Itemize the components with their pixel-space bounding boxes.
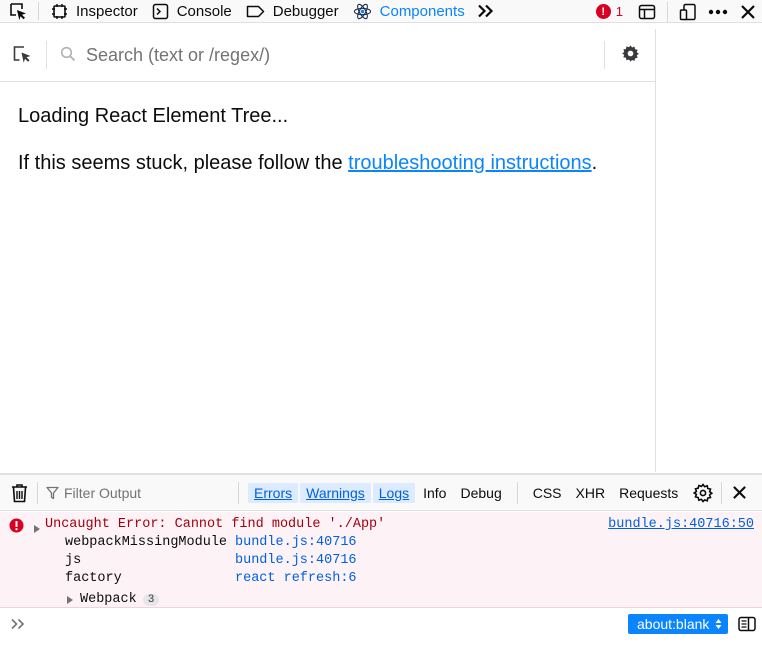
- toolbar-separator: [667, 1, 668, 22]
- stack-frame-group[interactable]: Webpack 3: [66, 592, 160, 607]
- updown-arrows-icon: [715, 618, 722, 630]
- evaluation-context-select[interactable]: about:blank: [628, 614, 729, 634]
- components-panel: Loading React Element Tree... If this se…: [0, 29, 762, 472]
- filter-errors-button[interactable]: Errors: [248, 482, 299, 503]
- troubleshooting-message: If this seems stuck, please follow the t…: [18, 152, 597, 175]
- context-label: about:blank: [637, 616, 710, 632]
- toolbox-tabbar: Inspector Console Debugger Components ! …: [0, 0, 762, 23]
- group-label: Webpack: [80, 592, 137, 607]
- console-settings-gear-icon[interactable]: [689, 481, 717, 505]
- filter-output-box[interactable]: Filter Output: [46, 485, 230, 501]
- tab-inspector[interactable]: Inspector: [45, 0, 146, 23]
- toolbar-separator: [38, 2, 39, 20]
- clear-console-trash-icon[interactable]: [9, 482, 29, 504]
- error-icon: [9, 518, 24, 538]
- tab-console[interactable]: Console: [146, 0, 240, 23]
- filter-logs-button[interactable]: Logs: [372, 482, 416, 503]
- troubleshooting-link[interactable]: troubleshooting instructions: [348, 152, 591, 174]
- frame-function: js: [65, 553, 82, 568]
- group-count-badge: 3: [142, 593, 160, 606]
- filter-requests-button[interactable]: Requests: [612, 483, 685, 503]
- close-devtools-icon[interactable]: [734, 0, 762, 23]
- search-icon: [60, 46, 76, 67]
- overflow-chevrons-icon[interactable]: [473, 0, 499, 23]
- frame-function: factory: [65, 571, 122, 586]
- select-element-icon[interactable]: [12, 45, 34, 70]
- filter-info-button[interactable]: Info: [417, 483, 452, 503]
- filter-warnings-button[interactable]: Warnings: [300, 482, 371, 503]
- split-console: Filter Output Errors Warnings Logs Info …: [0, 473, 762, 657]
- element-picker-icon[interactable]: [4, 0, 32, 23]
- search-separator: [604, 41, 605, 69]
- inspector-icon: [51, 3, 68, 20]
- split-console-icon[interactable]: [633, 0, 661, 23]
- components-tree-pane: Loading React Element Tree... If this se…: [0, 29, 656, 472]
- tab-label: Inspector: [76, 2, 138, 20]
- close-split-console-icon[interactable]: [726, 481, 752, 505]
- filter-funnel-icon: [46, 486, 59, 500]
- filter-placeholder: Filter Output: [64, 484, 142, 501]
- troubleshooting-prefix: If this seems stuck, please follow the: [18, 152, 349, 174]
- toolbar-separator: [37, 481, 38, 504]
- error-count-badge[interactable]: ! 1: [595, 4, 623, 19]
- error-source-link[interactable]: bundle.js:40716:50: [608, 517, 754, 532]
- sidebar-toggle-icon[interactable]: [738, 616, 756, 637]
- search-separator: [46, 41, 47, 69]
- components-search-row: [0, 29, 656, 82]
- toolbar-separator: [238, 481, 239, 504]
- toolbox-right-controls: ! 1: [595, 0, 762, 23]
- toolbar-separator: [721, 481, 723, 504]
- console-error-message: Uncaught Error: Cannot find module './Ap…: [0, 512, 762, 608]
- troubleshooting-suffix: .: [591, 152, 598, 174]
- tab-debugger[interactable]: Debugger: [240, 0, 347, 23]
- console-icon: [152, 3, 169, 20]
- expand-arrow-icon: [66, 595, 74, 605]
- prompt-chevrons-icon: [10, 617, 26, 635]
- console-toolbar: Filter Output Errors Warnings Logs Info …: [0, 475, 762, 511]
- responsive-design-icon[interactable]: [674, 0, 702, 23]
- components-search-input[interactable]: [86, 42, 586, 68]
- error-icon: !: [595, 4, 611, 19]
- tab-label: Debugger: [272, 2, 339, 20]
- loading-message: Loading React Element Tree...: [18, 105, 289, 127]
- toolbar-separator: [516, 481, 518, 504]
- tab-label: Components: [379, 2, 465, 20]
- react-icon: [353, 2, 372, 21]
- tab-label: Console: [176, 2, 232, 20]
- filter-css-button[interactable]: CSS: [526, 483, 569, 503]
- frame-location-link[interactable]: bundle.js:40716: [235, 535, 357, 550]
- settings-gear-icon[interactable]: [621, 44, 640, 68]
- frame-location-link[interactable]: bundle.js:40716: [235, 553, 357, 568]
- error-message-text: Uncaught Error: Cannot find module './Ap…: [45, 517, 386, 532]
- expand-arrow-icon[interactable]: [33, 521, 41, 539]
- filter-debug-button[interactable]: Debug: [454, 483, 507, 503]
- error-count: 1: [615, 4, 623, 19]
- more-options-icon[interactable]: [702, 0, 734, 23]
- console-input-row[interactable]: about:blank: [0, 608, 762, 657]
- debugger-icon: [246, 4, 265, 19]
- frame-location-link[interactable]: react refresh:6: [235, 571, 357, 586]
- filter-xhr-button[interactable]: XHR: [569, 483, 613, 503]
- tab-components[interactable]: Components: [347, 0, 473, 23]
- frame-function: webpackMissingModule: [65, 535, 228, 550]
